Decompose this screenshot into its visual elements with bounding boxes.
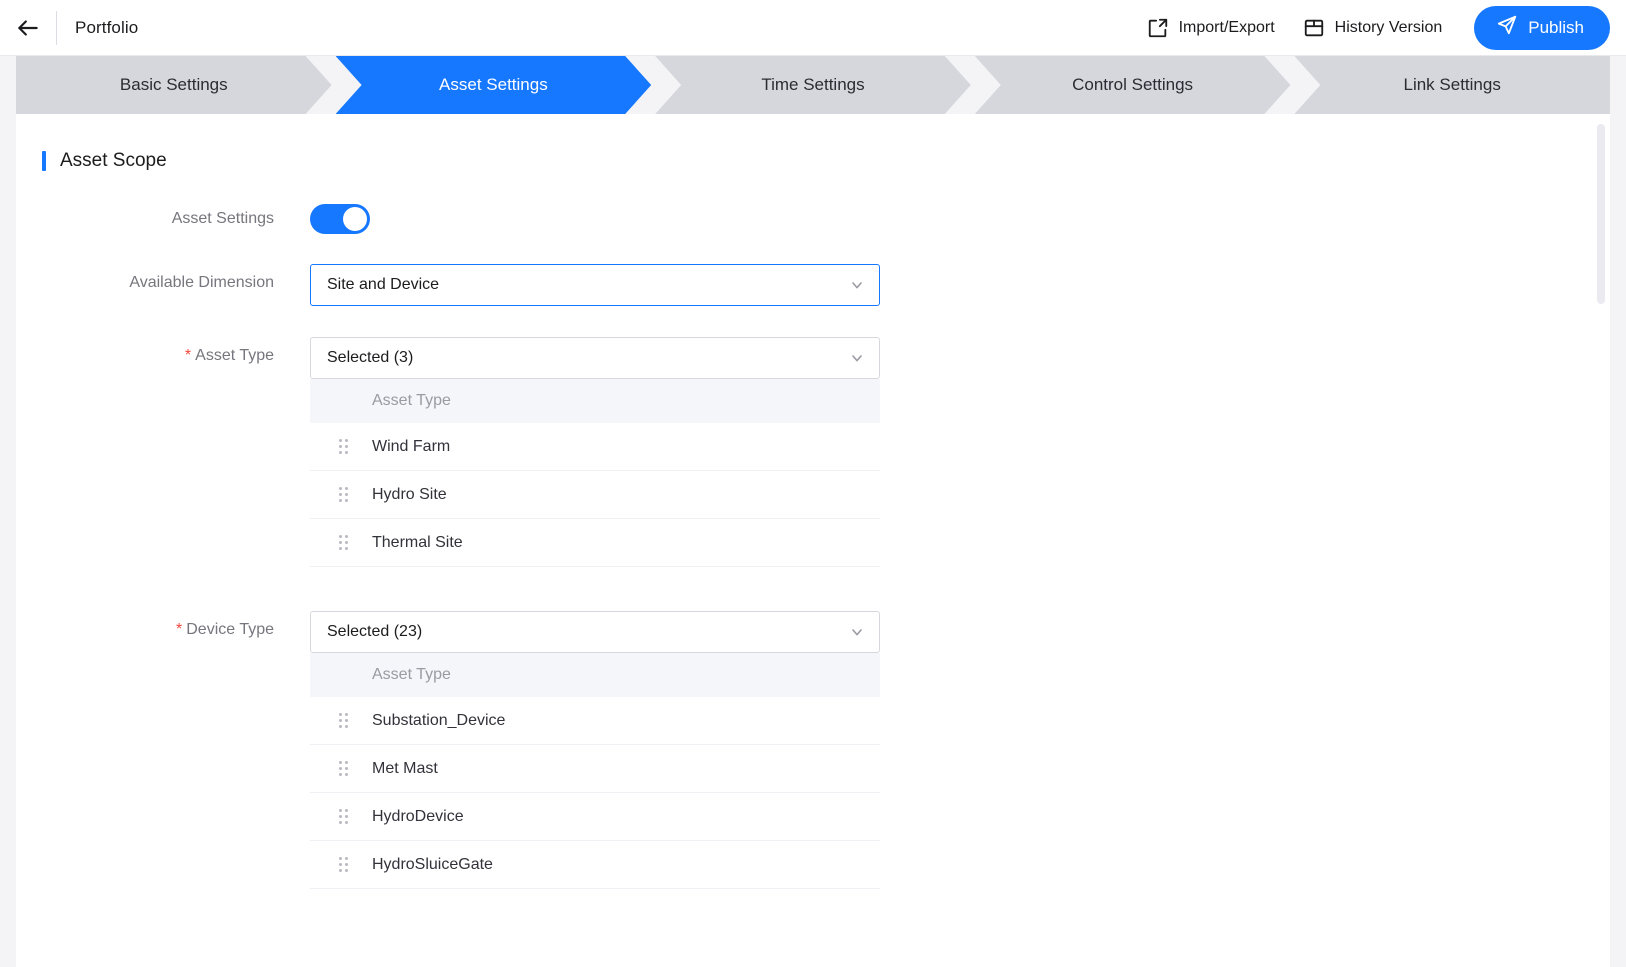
drag-handle-icon[interactable] (330, 713, 356, 728)
asset-type-list: Asset Type Wind Farm Hydro Site (310, 379, 880, 567)
asset-type-select[interactable]: Selected (3) (310, 337, 880, 379)
arrow-left-icon (15, 15, 41, 41)
table-row[interactable]: HydroDevice (310, 793, 880, 841)
folder-archive-icon (1303, 17, 1325, 39)
device-type-row-label: Met Mast (372, 760, 438, 778)
table-row[interactable]: Substation_Device (310, 697, 880, 745)
device-type-list-header: Asset Type (310, 653, 880, 697)
step-label: Time Settings (761, 75, 864, 95)
asset-scope-card: Asset Scope Asset Settings Available Dim… (16, 114, 1610, 967)
top-header-bar: Portfolio Import/Export History Versi (0, 0, 1626, 56)
device-type-list: Asset Type Substation_Device Met Mast (310, 653, 880, 889)
content-area: Asset Scope Asset Settings Available Dim… (0, 114, 1626, 967)
section-title-label: Asset Scope (60, 150, 167, 172)
asset-type-list-header: Asset Type (310, 379, 880, 423)
table-row[interactable]: Hydro Site (310, 471, 880, 519)
asset-type-row-label: Wind Farm (372, 438, 450, 456)
section-accent-bar (42, 151, 46, 171)
form-row-available-dimension: Available Dimension Site and Device (16, 264, 1610, 306)
send-icon (1496, 14, 1518, 41)
available-dimension-select[interactable]: Site and Device (310, 264, 880, 306)
vertical-scrollbar[interactable] (1597, 120, 1605, 961)
device-type-row-label: Substation_Device (372, 712, 505, 730)
history-version-button[interactable]: History Version (1289, 9, 1457, 47)
header-actions: Import/Export History Version Publish (1133, 6, 1626, 50)
chevron-down-icon (849, 624, 865, 640)
publish-button[interactable]: Publish (1474, 6, 1610, 50)
drag-handle-icon[interactable] (330, 761, 356, 776)
publish-label: Publish (1528, 18, 1584, 38)
asset-scope-form: Asset Settings Available Dimension Site … (16, 172, 1610, 889)
page-title: Portfolio (75, 18, 138, 38)
drag-handle-icon[interactable] (330, 857, 356, 872)
asset-settings-toggle[interactable] (310, 204, 370, 234)
drag-handle-icon[interactable] (330, 809, 356, 824)
import-export-button[interactable]: Import/Export (1133, 9, 1289, 47)
step-label: Link Settings (1404, 75, 1501, 95)
required-marker: * (185, 347, 191, 364)
section-header: Asset Scope (16, 114, 1610, 172)
available-dimension-label: Available Dimension (16, 264, 274, 292)
chevron-down-icon (849, 350, 865, 366)
form-row-device-type: *Device Type Selected (23) Asset Type (16, 611, 1610, 889)
chevron-down-icon (849, 277, 865, 293)
drag-handle-icon[interactable] (330, 487, 356, 502)
step-label: Basic Settings (120, 75, 228, 95)
import-export-label: Import/Export (1179, 19, 1275, 37)
history-version-label: History Version (1335, 19, 1443, 37)
step-label: Asset Settings (439, 75, 548, 95)
step-basic-settings[interactable]: Basic Settings (16, 56, 332, 114)
asset-type-row-label: Hydro Site (372, 486, 447, 504)
device-type-label-text: Device Type (186, 621, 274, 638)
required-marker: * (176, 621, 182, 638)
step-asset-settings[interactable]: Asset Settings (336, 56, 652, 114)
table-row[interactable]: Thermal Site (310, 519, 880, 567)
available-dimension-value: Site and Device (327, 276, 849, 294)
step-time-settings[interactable]: Time Settings (655, 56, 971, 114)
drag-handle-icon[interactable] (330, 439, 356, 454)
asset-type-label-text: Asset Type (195, 347, 274, 364)
table-row[interactable]: HydroSluiceGate (310, 841, 880, 889)
header-divider (56, 11, 57, 45)
form-row-asset-settings: Asset Settings (16, 200, 1610, 234)
asset-type-value: Selected (3) (327, 349, 849, 367)
step-control-settings[interactable]: Control Settings (975, 56, 1291, 114)
asset-type-label: *Asset Type (16, 337, 274, 365)
import-export-icon (1147, 17, 1169, 39)
device-type-value: Selected (23) (327, 623, 849, 641)
step-link-settings[interactable]: Link Settings (1294, 56, 1610, 114)
scrollbar-thumb[interactable] (1597, 124, 1605, 304)
asset-type-row-label: Thermal Site (372, 534, 463, 552)
drag-handle-icon[interactable] (330, 535, 356, 550)
form-row-asset-type: *Asset Type Selected (3) Asset Type (16, 337, 1610, 567)
device-type-select[interactable]: Selected (23) (310, 611, 880, 653)
back-button[interactable] (0, 0, 56, 56)
table-row[interactable]: Met Mast (310, 745, 880, 793)
asset-settings-label: Asset Settings (16, 200, 274, 228)
step-label: Control Settings (1072, 75, 1193, 95)
device-type-label: *Device Type (16, 611, 274, 639)
device-type-row-label: HydroSluiceGate (372, 856, 493, 874)
table-row[interactable]: Wind Farm (310, 423, 880, 471)
device-type-row-label: HydroDevice (372, 808, 464, 826)
toggle-knob (343, 207, 367, 231)
step-navigation: Basic Settings Asset Settings Time Setti… (0, 56, 1626, 114)
